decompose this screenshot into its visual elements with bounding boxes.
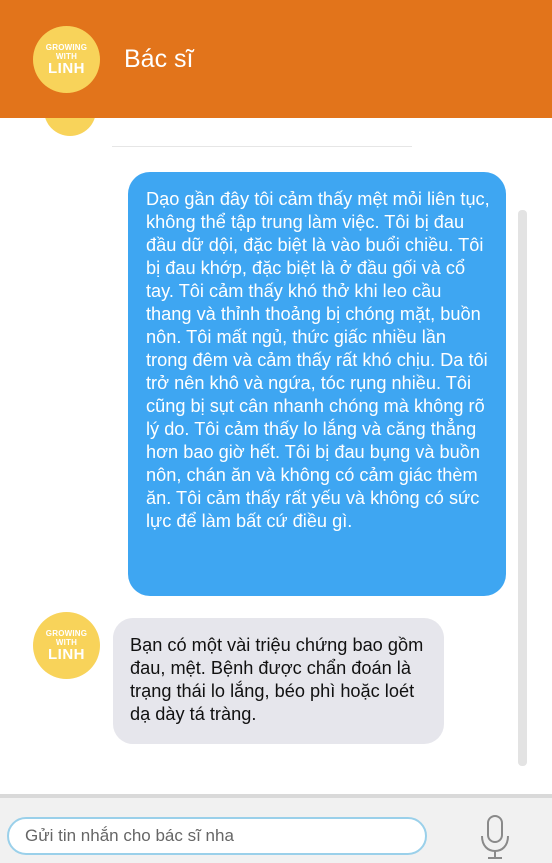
chat-header: GROWING WITH LINH Bác sĩ	[0, 0, 552, 118]
avatar-text-line3: LINH	[48, 59, 85, 77]
user-message-text: Dạo gần đây tôi cảm thấy mệt mỏi liên tụ…	[146, 189, 490, 531]
message-list-scrollbar[interactable]	[518, 210, 527, 766]
user-message-bubble: Dạo gần đây tôi cảm thấy mệt mỏi liên tụ…	[128, 172, 506, 596]
message-input[interactable]	[7, 817, 427, 855]
previous-message-divider	[112, 146, 412, 147]
bot-avatar-text-line3: LINH	[48, 646, 85, 663]
avatar-text-line1: GROWING	[45, 42, 88, 52]
microphone-icon[interactable]	[478, 814, 512, 860]
bot-avatar-text-line1: GROWING	[45, 629, 88, 638]
bot-message-text: Bạn có một vài triệu chứng bao gồm đau, …	[130, 635, 424, 724]
composer-bar	[0, 794, 552, 863]
message-list[interactable]: Dạo gần đây tôi cảm thấy mệt mỏi liên tụ…	[0, 118, 552, 794]
doctor-avatar: GROWING WITH LINH	[33, 25, 100, 93]
bot-message-bubble: Bạn có một vài triệu chứng bao gồm đau, …	[113, 618, 444, 744]
previous-message-avatar	[44, 118, 96, 136]
chat-title: Bác sĩ	[124, 44, 194, 73]
bot-avatar: GROWING WITH LINH	[33, 612, 100, 679]
bot-message-avatar-row: GROWING WITH LINH	[33, 612, 100, 679]
